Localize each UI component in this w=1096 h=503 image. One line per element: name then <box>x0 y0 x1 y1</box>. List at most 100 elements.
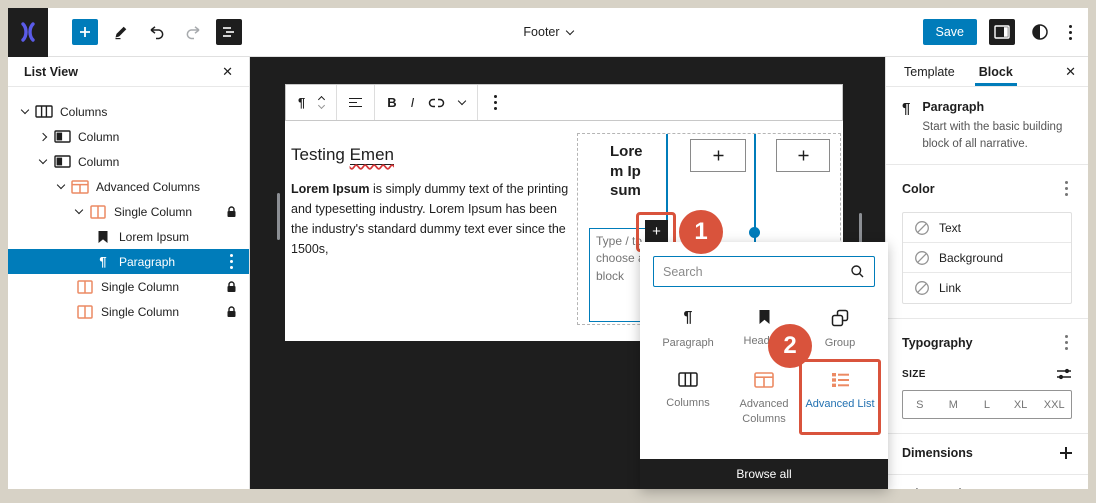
size-option-xxl[interactable]: XXL <box>1037 391 1071 418</box>
advanced-columns-icon <box>71 179 89 194</box>
dimensions-section[interactable]: Dimensions <box>886 434 1088 476</box>
search-input[interactable] <box>663 264 844 279</box>
list-item-paragraph-selected[interactable]: ¶ Paragraph <box>8 249 249 274</box>
chevron-down-icon[interactable] <box>38 155 48 165</box>
chevron-down-icon[interactable] <box>56 180 66 190</box>
block-mover-control[interactable] <box>318 95 326 110</box>
settings-sidebar-toggle-button[interactable] <box>989 19 1015 45</box>
typography-section: Typography SIZE S M L XL XXL <box>886 319 1088 435</box>
undo-icon <box>150 26 164 40</box>
block-appender-button[interactable] <box>690 139 746 172</box>
tab-block[interactable]: Block <box>967 57 1025 86</box>
list-item-column-2[interactable]: Column <box>8 149 249 174</box>
bold-button[interactable]: B <box>387 95 396 110</box>
canvas-left-scrollbar[interactable] <box>277 193 280 240</box>
column-heading[interactable]: Lorem Ipsum <box>610 142 648 201</box>
site-logo-button[interactable] <box>8 7 48 57</box>
inserter-item-columns[interactable]: Columns <box>650 362 726 432</box>
close-list-view-button[interactable]: ✕ <box>218 62 237 82</box>
chevron-right-icon[interactable] <box>38 132 48 141</box>
size-option-l[interactable]: L <box>970 391 1004 418</box>
chevron-down-icon[interactable] <box>74 205 84 215</box>
advanced-section[interactable]: Advanced <box>886 475 1088 489</box>
inserter-item-advanced-list[interactable]: Advanced List <box>799 359 881 435</box>
inline-inserter-button[interactable]: + <box>645 220 668 243</box>
document-title: Footer <box>523 25 560 39</box>
drag-handle-dot[interactable] <box>749 227 760 238</box>
text-align-button[interactable] <box>349 97 363 108</box>
block-type-group: ¶ <box>286 85 338 120</box>
page-paragraph[interactable]: Lorem Ipsum is simply dummy text of the … <box>291 179 576 259</box>
browse-all-button[interactable]: Browse all <box>640 459 888 489</box>
list-view-toggle-button[interactable] <box>216 19 242 45</box>
color-settings-list: Text Background Link <box>902 212 1072 305</box>
size-option-s[interactable]: S <box>903 391 937 418</box>
annotation-step-1: 1 <box>679 210 723 254</box>
list-item-label: Single Column <box>114 204 193 219</box>
paragraph-block-icon[interactable]: ¶ <box>298 95 305 110</box>
add-dimensions-button[interactable] <box>1060 447 1072 460</box>
undo-button[interactable] <box>144 19 170 45</box>
redo-button[interactable] <box>180 19 206 45</box>
inserter-item-advanced-columns[interactable]: Advanced Columns <box>726 362 802 432</box>
list-item-single-column-1[interactable]: Single Column <box>8 199 249 224</box>
list-item-label: Single Column <box>101 304 180 319</box>
block-options-button[interactable] <box>490 91 501 114</box>
edit-tool-button[interactable] <box>108 19 134 45</box>
save-button[interactable]: Save <box>922 19 977 45</box>
block-card: ¶ Paragraph Start with the basic buildin… <box>886 87 1088 166</box>
size-settings-icon[interactable] <box>1056 367 1072 381</box>
item-options-button[interactable] <box>226 250 237 273</box>
toolbar-right-group: Save <box>922 19 1089 45</box>
advanced-columns-icon <box>754 372 774 389</box>
single-column-icon <box>76 279 94 294</box>
color-setting-link[interactable]: Link <box>903 273 1071 303</box>
size-option-xl[interactable]: XL <box>1004 391 1038 418</box>
typography-options-button[interactable] <box>1061 331 1072 354</box>
tab-template[interactable]: Template <box>892 57 967 86</box>
color-setting-background[interactable]: Background <box>903 243 1071 274</box>
options-menu-button[interactable] <box>1065 21 1076 44</box>
list-item-columns[interactable]: Columns <box>8 99 249 124</box>
close-sidebar-button[interactable]: ✕ <box>1061 62 1080 82</box>
plus-icon <box>798 150 808 161</box>
more-formats-chevron-icon[interactable] <box>458 96 467 106</box>
list-item-single-column-3[interactable]: Single Column <box>8 299 249 324</box>
link-button[interactable] <box>428 97 445 109</box>
styles-button[interactable] <box>1027 19 1053 45</box>
list-item-single-column-2[interactable]: Single Column <box>8 274 249 299</box>
alignment-group <box>337 85 376 120</box>
list-item-advanced-columns[interactable]: Advanced Columns <box>8 174 249 199</box>
formatting-group: B I <box>375 85 479 120</box>
color-setting-text[interactable]: Text <box>903 213 1071 244</box>
italic-button[interactable]: I <box>411 95 415 110</box>
inserter-item-paragraph[interactable]: ¶ Paragraph <box>650 299 726 356</box>
document-switcher[interactable]: Footer <box>523 25 574 39</box>
settings-sidebar: Template Block ✕ ¶ Paragraph Start with … <box>885 57 1088 489</box>
editor-body: List View ✕ Columns Column Column Advanc… <box>8 57 1088 489</box>
paragraph-icon: ¶ <box>902 100 911 117</box>
list-item-column-1[interactable]: Column <box>8 124 249 149</box>
color-options-button[interactable] <box>1061 177 1072 200</box>
annotation-step-2: 2 <box>768 324 812 368</box>
lock-icon <box>226 205 237 218</box>
inserter-toggle-button[interactable] <box>72 19 98 45</box>
block-appender-button[interactable] <box>776 139 830 172</box>
sidebar-panel-icon <box>994 25 1010 39</box>
brand-x-icon <box>21 22 35 42</box>
list-item-label: Advanced Columns <box>96 179 201 194</box>
link-icon <box>429 98 445 107</box>
no-color-icon <box>915 281 929 296</box>
bookmark-icon <box>94 230 112 244</box>
pencil-icon <box>115 26 127 40</box>
list-item-label: Column <box>78 129 120 144</box>
list-item-label: Columns <box>60 104 108 119</box>
inserter-item-group[interactable]: Group <box>802 299 878 356</box>
chevron-down-icon[interactable] <box>20 105 30 115</box>
list-item-lorem-ipsum[interactable]: Lorem Ipsum <box>8 224 249 249</box>
columns-icon <box>35 105 53 118</box>
size-option-m[interactable]: M <box>937 391 971 418</box>
redo-icon <box>186 26 200 40</box>
sidebar-tabs: Template Block ✕ <box>886 57 1088 87</box>
misspelled-word: Emen <box>349 145 395 165</box>
